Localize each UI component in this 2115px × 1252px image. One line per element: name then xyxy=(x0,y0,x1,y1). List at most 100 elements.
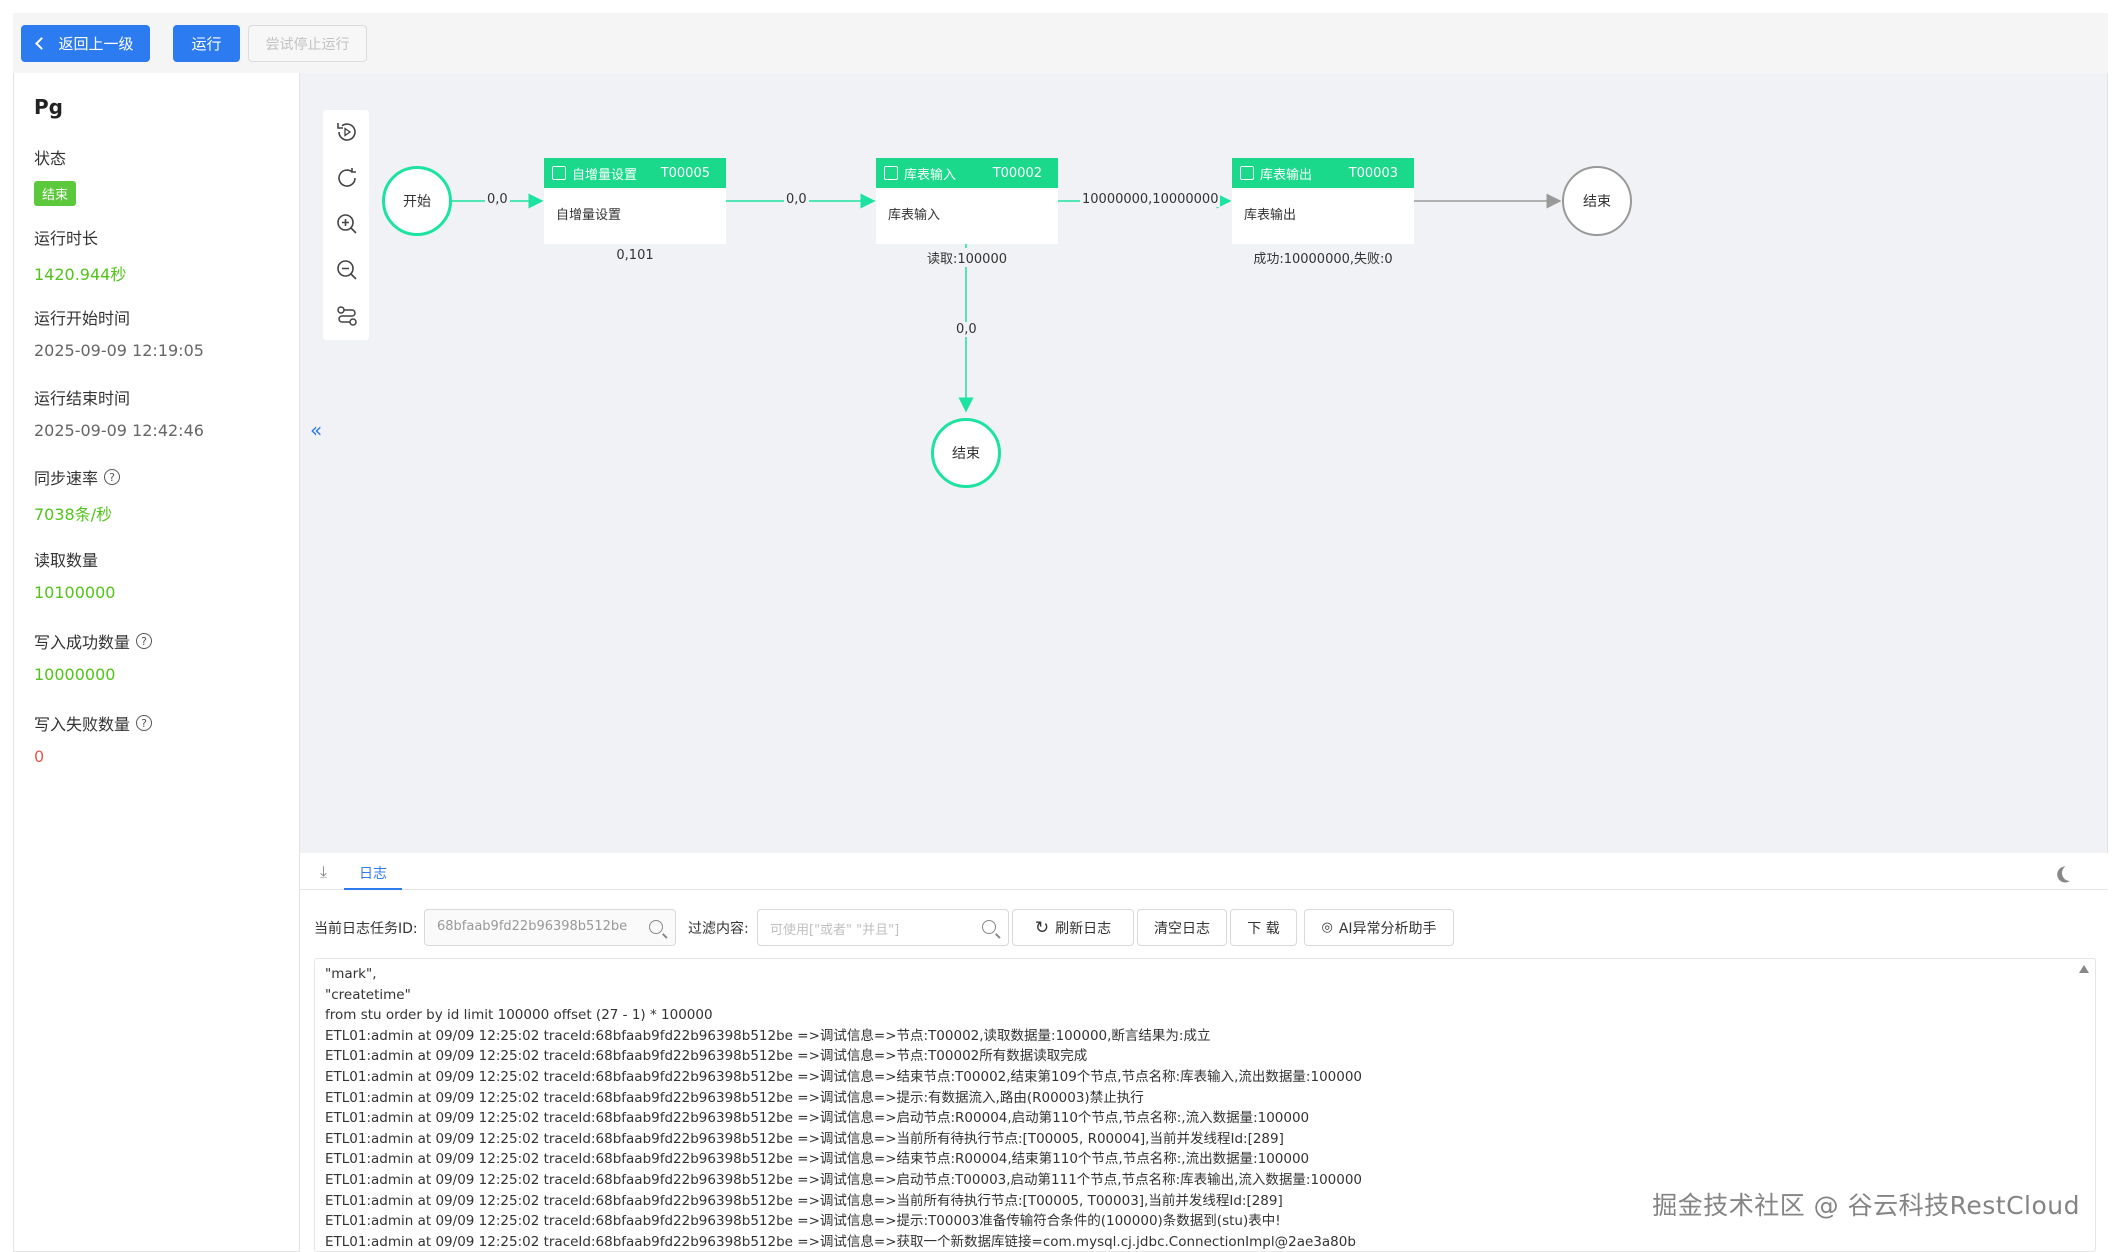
end-time-label: 运行结束时间 xyxy=(34,385,130,409)
success-count-label: 写入成功数量 ? xyxy=(34,629,153,653)
log-line: from stu order by id limit 100000 offset… xyxy=(325,1007,713,1024)
refresh-log-button[interactable]: ↻ 刷新日志 xyxy=(1012,909,1134,946)
table-input-icon xyxy=(884,166,898,180)
log-line: "mark", xyxy=(325,966,377,982)
log-line: ETL01:admin at 09/09 12:25:02 traceId:68… xyxy=(325,1068,1363,1085)
filter-input[interactable]: 可使用["或者" "并且"] xyxy=(757,909,1009,946)
chevron-left-icon xyxy=(35,37,49,50)
node-stat: 读取:100000 xyxy=(876,248,1058,267)
start-time-value: 2025-09-09 12:19:05 xyxy=(34,341,204,360)
edge-label: 0,0 xyxy=(954,322,979,337)
help-icon[interactable]: ? xyxy=(136,633,153,649)
node-id: T00002 xyxy=(992,165,1042,181)
download-button[interactable]: 下 载 xyxy=(1230,909,1297,946)
end-node[interactable]: 结束 xyxy=(1562,166,1632,236)
end-node-label: 结束 xyxy=(1583,194,1611,210)
success-count-value: 10000000 xyxy=(34,665,116,684)
node-title: 库表输入 xyxy=(904,167,957,183)
back-button[interactable]: 返回上一级 xyxy=(21,25,150,62)
node-table-input[interactable]: 库表输入 T00002 库表输入 xyxy=(876,158,1058,244)
task-id-input[interactable]: 68bfaab9fd22b96398b512be xyxy=(424,909,676,946)
duration-value: 1420.944秒 xyxy=(34,265,127,284)
status-label-text: 状态 xyxy=(34,149,67,168)
node-body: 库表输出 xyxy=(1244,208,1297,223)
download-icon[interactable]: ⤓ xyxy=(320,862,327,882)
download-label: 下 载 xyxy=(1247,920,1280,937)
ai-icon: ◎ xyxy=(1321,920,1333,935)
filter-label: 过滤内容: xyxy=(688,921,749,937)
end-time-label-text: 运行结束时间 xyxy=(34,389,131,408)
log-line: "createtime" xyxy=(325,986,411,1003)
log-line: ETL01:admin at 09/09 12:25:02 traceId:68… xyxy=(325,1048,1088,1065)
node-body: 自增量设置 xyxy=(556,208,622,223)
node-body: 库表输入 xyxy=(888,208,941,223)
edge-label: 0,0 xyxy=(485,192,510,207)
fail-count-label-text: 写入失败数量 xyxy=(34,715,131,734)
refresh-log-label: 刷新日志 xyxy=(1055,920,1112,937)
tab-log[interactable]: 日志 xyxy=(344,853,402,890)
watermark: 掘金技术社区 @ 谷云科技RestCloud xyxy=(1652,1191,2080,1220)
status-badge: 结束 xyxy=(34,181,77,206)
end-time-value: 2025-09-09 12:42:46 xyxy=(34,421,204,440)
back-button-label: 返回上一级 xyxy=(58,35,134,53)
log-line: ETL01:admin at 09/09 12:25:02 traceId:68… xyxy=(325,1027,1211,1044)
fail-count-value: 0 xyxy=(34,747,45,766)
scroll-up-icon[interactable] xyxy=(2079,965,2089,973)
node-header: 库表输入 T00002 xyxy=(876,158,1058,188)
flow-title: Pg xyxy=(34,95,63,119)
help-icon[interactable]: ? xyxy=(136,715,153,731)
rate-label-text: 同步速率 xyxy=(34,469,99,488)
duration-label-text: 运行时长 xyxy=(34,229,99,248)
end-node-label: 结束 xyxy=(952,446,980,462)
table-output-icon xyxy=(1240,166,1254,180)
log-filter-row: 当前日志任务ID: 68bfaab9fd22b96398b512be 过滤内容:… xyxy=(300,908,2108,948)
node-table-output[interactable]: 库表输出 T00003 库表输出 xyxy=(1232,158,1414,244)
node-id: T00003 xyxy=(1348,165,1398,181)
stop-button[interactable]: 尝试停止运行 xyxy=(248,25,367,62)
top-toolbar: 返回上一级 运行 尝试停止运行 xyxy=(13,13,2108,73)
log-panel: ⤓ 日志 当前日志任务ID: 68bfaab9fd22b96398b512be … xyxy=(300,853,2108,1252)
log-line: ETL01:admin at 09/09 12:25:02 traceId:68… xyxy=(325,1151,1310,1168)
refresh-icon: ↻ xyxy=(1034,917,1050,938)
filter-placeholder: 可使用["或者" "并且"] xyxy=(770,923,900,938)
read-count-label-text: 读取数量 xyxy=(34,551,99,570)
start-node[interactable]: 开始 xyxy=(382,166,452,236)
run-button-label: 运行 xyxy=(191,35,222,53)
log-line: ETL01:admin at 09/09 12:25:02 traceId:68… xyxy=(325,1233,1356,1250)
read-count-value: 10100000 xyxy=(34,583,116,602)
duration-label: 运行时长 xyxy=(34,225,98,249)
fail-count-label: 写入失败数量 ? xyxy=(34,711,153,735)
end-node-branch[interactable]: 结束 xyxy=(931,418,1001,488)
rate-value: 7038条/秒 xyxy=(34,505,113,524)
run-button[interactable]: 运行 xyxy=(173,25,240,62)
ai-assistant-label: AI异常分析助手 xyxy=(1338,920,1437,937)
start-node-label: 开始 xyxy=(403,194,431,210)
search-icon[interactable] xyxy=(649,920,663,934)
search-icon[interactable] xyxy=(982,920,996,934)
node-id: T00005 xyxy=(660,165,710,181)
run-info-panel: Pg 状态 结束 运行时长 1420.944秒 运行开始时间 2025-09-0… xyxy=(13,73,300,1252)
flow-canvas[interactable]: « 开始 0,0 自增量设置 T00005 自增量设置 0,101 0,0 库表… xyxy=(300,73,2108,853)
success-count-label-text: 写入成功数量 xyxy=(34,633,131,652)
clear-log-label: 清空日志 xyxy=(1154,920,1210,937)
rate-label: 同步速率 ? xyxy=(34,465,121,489)
log-line: ETL01:admin at 09/09 12:25:02 traceId:68… xyxy=(325,1089,1144,1106)
start-time-label-text: 运行开始时间 xyxy=(34,309,131,328)
ai-assistant-button[interactable]: ◎ AI异常分析助手 xyxy=(1304,909,1454,946)
task-id-value: 68bfaab9fd22b96398b512be xyxy=(437,919,628,934)
edge-label: 10000000,10000000 xyxy=(1080,192,1221,207)
status-label: 状态 xyxy=(34,145,66,169)
edge-label: 0,0 xyxy=(784,192,809,207)
node-auto-increment[interactable]: 自增量设置 T00005 自增量设置 xyxy=(544,158,726,244)
node-stat: 成功:10000000,失败:0 xyxy=(1253,252,1393,267)
read-count-label: 读取数量 xyxy=(34,547,98,571)
help-icon[interactable]: ? xyxy=(104,469,121,485)
node-stat: 0,101 xyxy=(616,248,654,263)
clear-log-button[interactable]: 清空日志 xyxy=(1137,909,1227,946)
node-header: 库表输出 T00003 xyxy=(1232,158,1414,188)
node-title: 库表输出 xyxy=(1260,167,1313,183)
task-id-label: 当前日志任务ID: xyxy=(314,921,418,937)
dark-mode-icon[interactable] xyxy=(2060,863,2081,884)
start-time-label: 运行开始时间 xyxy=(34,305,130,329)
log-line: ETL01:admin at 09/09 12:25:02 traceId:68… xyxy=(325,1110,1310,1127)
